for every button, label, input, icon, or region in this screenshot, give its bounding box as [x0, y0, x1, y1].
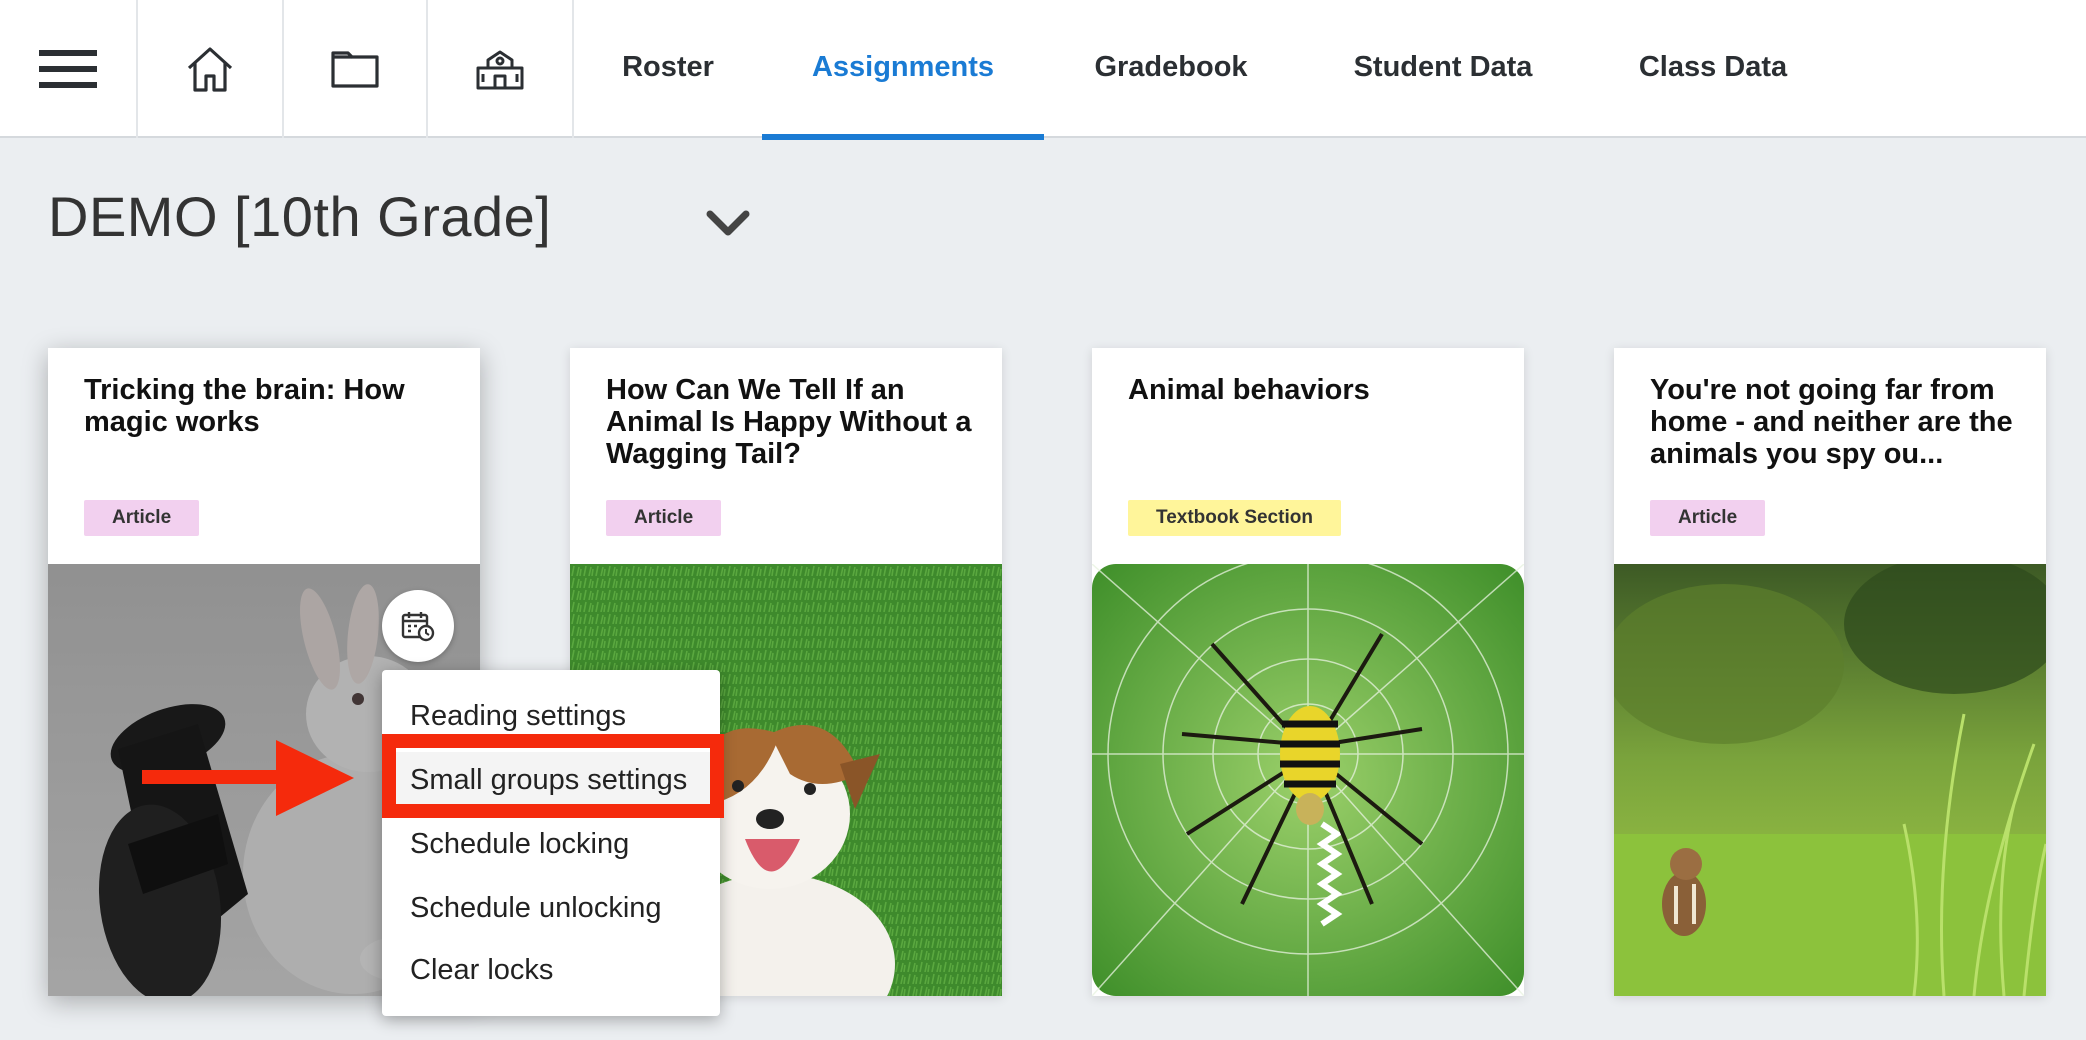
calendar-clock-icon[interactable] — [382, 590, 454, 662]
book-icon[interactable] — [284, 0, 428, 138]
assignment-card[interactable]: Animal behaviors Textbook Section — [1092, 348, 1524, 996]
content-type-badge: Article — [1650, 500, 1766, 536]
card-title: You're not going far from home - and nei… — [1650, 374, 2013, 470]
top-navigation: Roster Assignments Gradebook Student Dat… — [0, 0, 2086, 140]
content-type-badge: Article — [84, 500, 200, 536]
school-icon[interactable] — [428, 0, 574, 138]
card-title: How Can We Tell If an Animal Is Happy Wi… — [606, 374, 972, 470]
menu-item-schedule-locking[interactable]: Schedule locking — [382, 816, 720, 872]
chevron-down-icon[interactable] — [700, 196, 756, 252]
menu-item-clear-locks[interactable]: Clear locks — [382, 942, 720, 998]
content-type-badge: Textbook Section — [1128, 500, 1341, 536]
tab-gradebook[interactable]: Gradebook — [1044, 0, 1298, 138]
red-arrow-icon — [142, 740, 354, 821]
class-name[interactable]: DEMO [10th Grade] — [48, 184, 551, 249]
tab-roster[interactable]: Roster — [574, 0, 762, 138]
card-image-spider — [1092, 564, 1524, 996]
card-title: Tricking the brain: How magic works — [84, 374, 405, 438]
home-icon[interactable] — [138, 0, 284, 138]
menu-item-schedule-unlocking[interactable]: Schedule unlocking — [382, 880, 720, 936]
menu-item-small-groups-settings[interactable]: Small groups settings — [382, 752, 720, 808]
hamburger-menu-icon[interactable] — [0, 0, 138, 138]
menu-item-reading-settings[interactable]: Reading settings — [382, 688, 720, 744]
tab-class-data[interactable]: Class Data — [1588, 0, 1838, 138]
card-image-chipmunk — [1614, 564, 2046, 996]
assignment-card[interactable]: You're not going far from home - and nei… — [1614, 348, 2046, 996]
content-type-badge: Article — [606, 500, 722, 536]
tab-assignments[interactable]: Assignments — [762, 0, 1044, 140]
tab-student-data[interactable]: Student Data — [1298, 0, 1588, 138]
card-title: Animal behaviors — [1128, 374, 1370, 406]
card-settings-menu: Reading settings Small groups settings S… — [382, 670, 720, 1016]
